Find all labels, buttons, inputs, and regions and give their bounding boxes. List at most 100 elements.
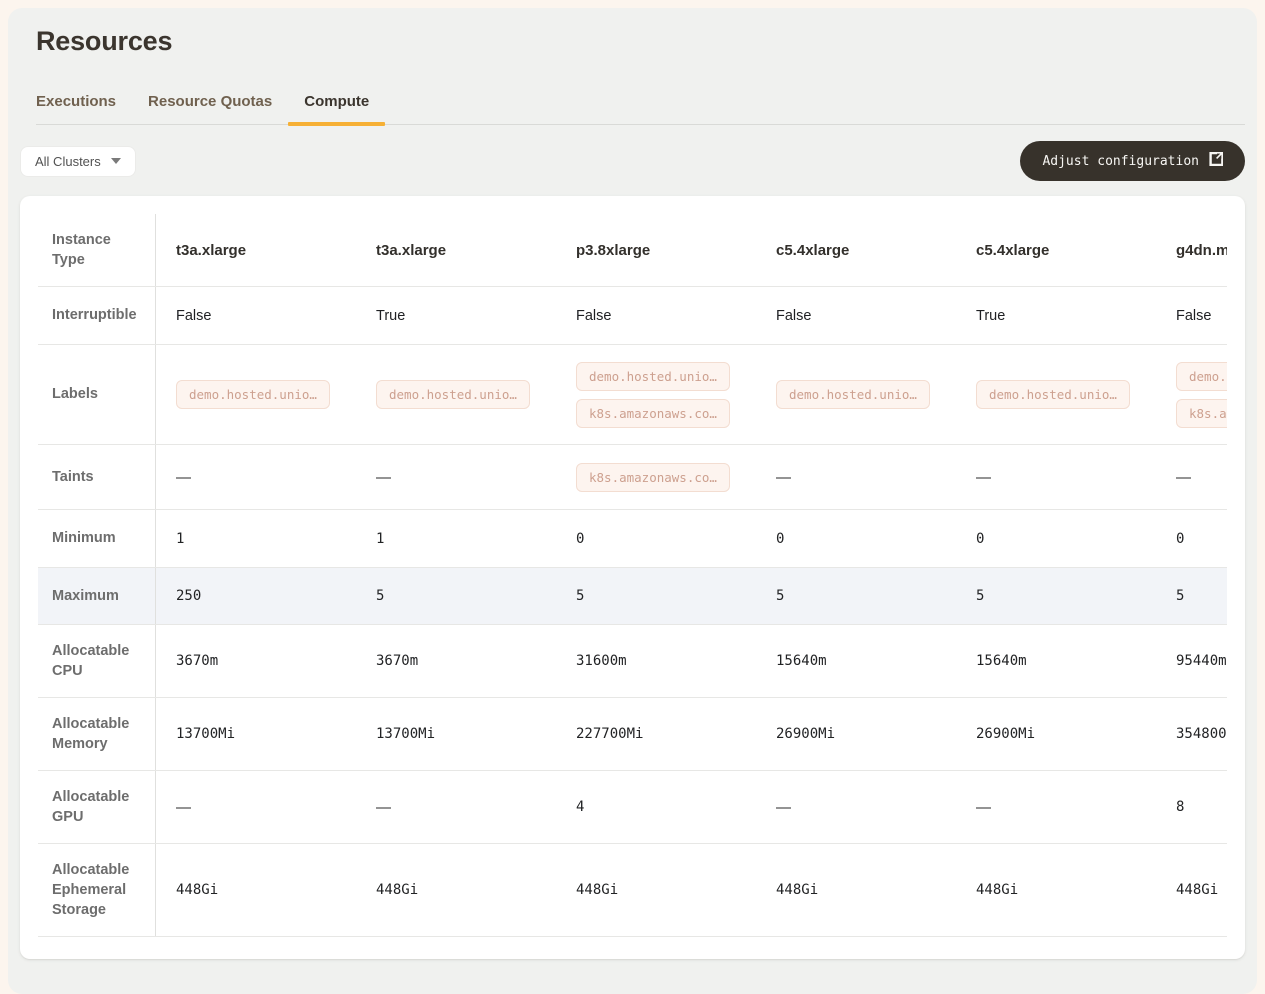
- instance_type-cell-col4: c5.4xlarge: [756, 214, 956, 286]
- maximum-value: 5: [1176, 588, 1184, 604]
- instance_type-cell-col6: g4dn.m: [1156, 214, 1227, 286]
- chip-stack: k8s.amazonaws.co…: [576, 453, 730, 502]
- interruptible-cell-col4: False: [756, 287, 956, 344]
- tab-bar: Executions Resource Quotas Compute: [36, 93, 1245, 125]
- interruptible-value: True: [376, 308, 405, 324]
- row-header-allocatable_ephemeral_storage: Allocatable Ephemeral Storage: [38, 844, 156, 936]
- interruptible-cell-col2: True: [356, 287, 556, 344]
- allocatable_memory-cell-col3: 227700Mi: [556, 698, 756, 770]
- row-cells: ——k8s.amazonaws.co…———: [156, 445, 1227, 509]
- table-row-allocatable_ephemeral_storage: Allocatable Ephemeral Storage 448Gi 448Gi 4…: [38, 844, 1227, 937]
- row-cells: 110000: [156, 510, 1227, 567]
- minimum-cell-col6: 0: [1156, 510, 1227, 567]
- cluster-filter-dropdown[interactable]: All Clusters: [20, 146, 136, 177]
- external-link-icon: [1209, 152, 1223, 170]
- instance_type-cell-col2: t3a.xlarge: [356, 214, 556, 286]
- instance_type-value: c5.4xlarge: [976, 242, 1049, 259]
- chevron-down-icon: [111, 158, 121, 164]
- allocatable_gpu-value: —: [776, 799, 791, 816]
- interruptible-value: False: [176, 308, 211, 324]
- instance_type-value: c5.4xlarge: [776, 242, 849, 259]
- labels-cell-col4: demo.hosted.unio…: [756, 345, 956, 444]
- interruptible-cell-col3: False: [556, 287, 756, 344]
- row-cells: 13700Mi13700Mi227700Mi26900Mi26900Mi3548…: [156, 698, 1227, 770]
- allocatable_ephemeral_storage-cell-col1: 448Gi: [156, 844, 356, 936]
- allocatable_cpu-cell-col2: 3670m: [356, 625, 556, 697]
- minimum-cell-col2: 1: [356, 510, 556, 567]
- allocatable_ephemeral_storage-value: 448Gi: [1176, 882, 1218, 898]
- maximum-cell-col3: 5: [556, 568, 756, 624]
- compute-table-card: Instance Typet3a.xlarget3a.xlargep3.8xla…: [20, 196, 1245, 959]
- label-chip: k8s.amazonaws.co…: [1176, 399, 1227, 428]
- taint-chip: k8s.amazonaws.co…: [576, 463, 730, 492]
- label-chip: k8s.amazonaws.co…: [576, 399, 730, 428]
- row-cells: 3670m3670m31600m15640m15640m95440m: [156, 625, 1227, 697]
- minimum-value: 0: [976, 531, 984, 547]
- maximum-cell-col1: 250: [156, 568, 356, 624]
- label-chip: demo.hosted.unio…: [976, 380, 1130, 409]
- taints-cell-col4: —: [756, 445, 956, 509]
- allocatable_gpu-value: 8: [1176, 799, 1184, 815]
- row-cells: t3a.xlarge t3a.xlarge p3.8xlarge c5.4xlarge…: [156, 214, 1227, 286]
- tab-resource-quotas[interactable]: Resource Quotas: [148, 93, 272, 124]
- allocatable_ephemeral_storage-value: 448Gi: [176, 882, 218, 898]
- minimum-cell-col3: 0: [556, 510, 756, 567]
- table-scroll-area[interactable]: Instance Typet3a.xlarget3a.xlargep3.8xla…: [38, 214, 1227, 937]
- allocatable_gpu-cell-col2: —: [356, 771, 556, 843]
- maximum-value: 250: [176, 588, 201, 604]
- instance_type-value: g4dn.m: [1176, 242, 1227, 259]
- row-header-allocatable_memory: Allocatable Memory: [38, 698, 156, 770]
- empty-value-dash: —: [1176, 469, 1191, 486]
- allocatable_cpu-value: 3670m: [376, 653, 418, 669]
- instance_type-cell-col5: c5.4xlarge: [956, 214, 1156, 286]
- taints-cell-col1: —: [156, 445, 356, 509]
- row-header-taints: Taints: [38, 445, 156, 509]
- empty-value-dash: —: [176, 469, 191, 486]
- allocatable_ephemeral_storage-cell-col2: 448Gi: [356, 844, 556, 936]
- interruptible-value: False: [776, 308, 811, 324]
- row-header-maximum: Maximum: [38, 568, 156, 624]
- chip-stack: demo.hosted.unio…: [976, 370, 1130, 419]
- chip-stack: demo.hosted.unio… k8s.amazonaws.co…: [576, 352, 730, 438]
- taints-cell-col2: —: [356, 445, 556, 509]
- allocatable_memory-value: 26900Mi: [776, 726, 835, 742]
- minimum-value: 1: [176, 531, 184, 547]
- interruptible-value: False: [1176, 308, 1211, 324]
- label-chip: demo.hosted.unio…: [776, 380, 930, 409]
- tab-executions[interactable]: Executions: [36, 93, 116, 124]
- instance_type-value: t3a.xlarge: [376, 242, 446, 259]
- cluster-filter-value: All Clusters: [35, 154, 101, 169]
- interruptible-cell-col5: True: [956, 287, 1156, 344]
- compute-table: Instance Typet3a.xlarget3a.xlargep3.8xla…: [38, 214, 1227, 937]
- allocatable_cpu-value: 15640m: [976, 653, 1027, 669]
- allocatable_gpu-cell-col3: 4: [556, 771, 756, 843]
- controls-row: All Clusters Adjust configuration: [20, 141, 1245, 181]
- allocatable_gpu-value: —: [976, 799, 991, 816]
- label-chip: demo.hosted.unio…: [176, 380, 330, 409]
- adjust-configuration-button[interactable]: Adjust configuration: [1020, 141, 1245, 181]
- tab-compute[interactable]: Compute: [304, 93, 369, 124]
- table-row-minimum: Minimum110000: [38, 510, 1227, 568]
- chip-stack: demo.hosted.unio…k8s.amazonaws.co…: [1176, 352, 1227, 438]
- label-chip: demo.hosted.unio…: [576, 362, 730, 391]
- page-title: Resources: [36, 26, 1245, 57]
- interruptible-cell-col6: False: [1156, 287, 1227, 344]
- row-cells: 25055555: [156, 568, 1227, 624]
- row-cells: ——4——8: [156, 771, 1227, 843]
- row-cells: 448Gi448Gi448Gi448Gi448Gi448Gi: [156, 844, 1227, 936]
- minimum-value: 1: [376, 531, 384, 547]
- allocatable_memory-value: 227700Mi: [576, 726, 643, 742]
- interruptible-cell-col1: False: [156, 287, 356, 344]
- allocatable_gpu-cell-col6: 8: [1156, 771, 1227, 843]
- allocatable_memory-cell-col5: 26900Mi: [956, 698, 1156, 770]
- table-row-labels: Labelsdemo.hosted.unio…demo.hosted.unio……: [38, 345, 1227, 445]
- interruptible-value: True: [976, 308, 1005, 324]
- allocatable_cpu-value: 95440m: [1176, 653, 1227, 669]
- labels-cell-col5: demo.hosted.unio…: [956, 345, 1156, 444]
- instance_type-cell-col1: t3a.xlarge: [156, 214, 356, 286]
- allocatable_cpu-cell-col6: 95440m: [1156, 625, 1227, 697]
- maximum-cell-col6: 5: [1156, 568, 1227, 624]
- instance_type-cell-col3: p3.8xlarge: [556, 214, 756, 286]
- allocatable_memory-cell-col1: 13700Mi: [156, 698, 356, 770]
- row-cells: False True False False True False: [156, 287, 1227, 344]
